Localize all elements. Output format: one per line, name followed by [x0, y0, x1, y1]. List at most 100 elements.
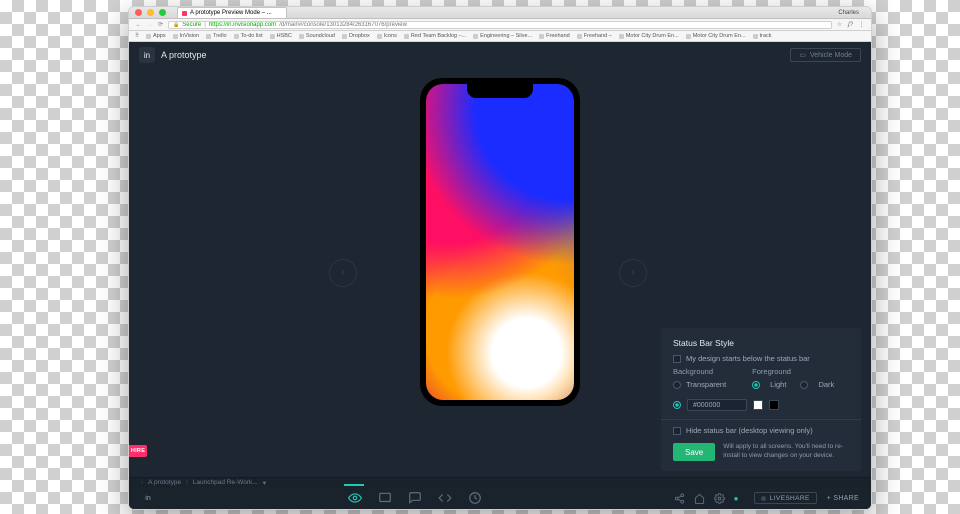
- device-notch: [467, 84, 533, 98]
- hex-input[interactable]: #000000: [687, 399, 747, 411]
- bookmark-label: Soundcloud: [306, 33, 335, 39]
- checkbox-hide-statusbar[interactable]: [673, 427, 681, 435]
- bookmark-item[interactable]: Motor City Drum En...: [619, 33, 679, 39]
- browser-window: A prototype Preview Mode – ... Charles ←…: [128, 6, 872, 510]
- toolbar-right: ● LIVESHARE + SHARE: [674, 492, 859, 504]
- bookmarks-bar: ⠿ Apps InVision Trello To-do list HSBC Soundcl…: [129, 31, 871, 42]
- bookmark-favicon: [234, 34, 239, 39]
- browser-profile[interactable]: Charles: [838, 10, 865, 16]
- share-network-icon[interactable]: [674, 493, 684, 504]
- back-icon[interactable]: ←: [135, 22, 142, 28]
- prototype-title: A prototype: [161, 50, 207, 60]
- prev-screen-button[interactable]: ‹: [329, 259, 357, 287]
- checkbox-starts-below-label: My design starts below the status bar: [686, 354, 810, 363]
- url-path: /d/main#/console/13013284/263167076/prev…: [279, 22, 407, 28]
- kebab-icon[interactable]: ⋮: [858, 21, 865, 28]
- bookmark-item[interactable]: Trello: [206, 33, 227, 39]
- share-button[interactable]: + SHARE: [827, 495, 859, 502]
- favicon: [182, 11, 187, 16]
- bookmark-favicon: [619, 34, 624, 39]
- reload-icon[interactable]: ⟳: [157, 21, 164, 28]
- hex-value: #000000: [693, 402, 720, 409]
- comment-mode-icon[interactable]: [408, 491, 420, 505]
- bookmark-label: Motor City Drum En...: [626, 33, 679, 39]
- bookmark-label: Red Team Backlog –...: [411, 33, 466, 39]
- bottom-toolbar: in ● LIVESHARE + SHARE: [129, 487, 871, 509]
- bookmark-label: Freehand –: [584, 33, 612, 39]
- bookmark-favicon: [577, 34, 582, 39]
- bookmark-item[interactable]: InVision: [173, 33, 199, 39]
- device-screen[interactable]: [426, 84, 574, 400]
- star-icon[interactable]: ☆: [836, 21, 843, 28]
- hire-badge[interactable]: HIRE: [129, 445, 147, 457]
- url-field[interactable]: 🔒 Secure | https://in.invisionapp.com/d/…: [168, 21, 832, 29]
- invision-logo[interactable]: in: [139, 47, 155, 63]
- bookmark-label: track: [760, 33, 772, 39]
- bookmark-favicon: [270, 34, 275, 39]
- bookmark-label: Motor City Drum En...: [693, 33, 746, 39]
- save-label: Save: [685, 448, 703, 457]
- notification-dot-icon[interactable]: ●: [734, 494, 744, 503]
- apps-icon: ⠿: [135, 33, 139, 39]
- invision-app: in A prototype ▭ Vehicle Mode ‹ › Status…: [129, 42, 871, 509]
- chevron-left-icon[interactable]: ‹: [141, 479, 143, 486]
- invision-logo-small[interactable]: in: [141, 491, 155, 505]
- bookmark-item[interactable]: Red Team Backlog –...: [404, 33, 466, 39]
- bookmark-favicon: [342, 34, 347, 39]
- radio-fg-light[interactable]: [752, 381, 760, 389]
- bookmark-item[interactable]: track: [753, 33, 772, 39]
- bookmarks-apps[interactable]: ⠿: [135, 33, 139, 39]
- traffic-minimize[interactable]: [147, 9, 154, 16]
- incognito-icon[interactable]: ʄ?: [847, 22, 854, 28]
- breadcrumb-screen[interactable]: Launchpad Re-Work...: [193, 479, 258, 486]
- next-screen-button[interactable]: ›: [619, 259, 647, 287]
- bookmark-item[interactable]: To-do list: [234, 33, 263, 39]
- gear-icon[interactable]: [714, 493, 724, 504]
- swatch-black[interactable]: [769, 400, 779, 410]
- bookmark-favicon: [686, 34, 691, 39]
- tab-title: A prototype Preview Mode – ...: [190, 10, 272, 16]
- browser-tab[interactable]: A prototype Preview Mode – ...: [177, 7, 287, 18]
- history-mode-icon[interactable]: [468, 491, 480, 505]
- bookmark-item[interactable]: Freehand: [539, 33, 570, 39]
- bookmark-favicon: [206, 34, 211, 39]
- bookmark-favicon: [404, 34, 409, 39]
- bookmark-item[interactable]: Icons: [377, 33, 397, 39]
- traffic-zoom[interactable]: [159, 9, 166, 16]
- checkbox-starts-below[interactable]: [673, 355, 681, 363]
- radio-bg-transparent[interactable]: [673, 381, 681, 389]
- radio-bg-hex[interactable]: [673, 401, 681, 409]
- checkbox-hide-statusbar-label: Hide status bar (desktop viewing only): [686, 426, 813, 435]
- radio-fg-dark[interactable]: [800, 381, 808, 389]
- breadcrumb-bar: ‹ A prototype | Launchpad Re-Work... ▾: [129, 477, 871, 487]
- background-label: Background: [673, 367, 726, 376]
- chevron-down-icon[interactable]: ▾: [263, 479, 266, 487]
- bookmark-item[interactable]: Engineering – Silve...: [473, 33, 532, 39]
- bookmark-item[interactable]: Apps: [146, 33, 166, 39]
- bookmark-item[interactable]: HSBC: [270, 33, 292, 39]
- vehicle-mode-button[interactable]: ▭ Vehicle Mode: [790, 48, 861, 62]
- device-frame: [420, 78, 580, 406]
- forward-icon[interactable]: →: [146, 22, 153, 28]
- bookmark-item[interactable]: Freehand –: [577, 33, 612, 39]
- bookmark-favicon: [377, 34, 382, 39]
- bookmark-item[interactable]: Soundcloud: [299, 33, 335, 39]
- build-mode-icon[interactable]: [378, 491, 390, 505]
- lock-icon: 🔒: [173, 22, 179, 28]
- preview-mode-icon[interactable]: [348, 491, 360, 505]
- liveshare-button[interactable]: LIVESHARE: [754, 492, 817, 504]
- save-button[interactable]: Save: [673, 443, 715, 461]
- bookmark-item[interactable]: Dropbox: [342, 33, 370, 39]
- breadcrumb-root[interactable]: A prototype: [148, 479, 181, 486]
- home-icon[interactable]: [694, 493, 704, 504]
- inspect-mode-icon[interactable]: [438, 491, 450, 505]
- bookmark-favicon: [173, 34, 178, 39]
- browser-address-bar: ← → ⟳ 🔒 Secure | https://in.invisionapp.…: [129, 19, 871, 31]
- app-header: in A prototype ▭ Vehicle Mode: [129, 42, 871, 68]
- bookmark-favicon: [539, 34, 544, 39]
- bookmark-item[interactable]: Motor City Drum En...: [686, 33, 746, 39]
- traffic-close[interactable]: [135, 9, 142, 16]
- bookmark-label: To-do list: [241, 33, 263, 39]
- swatch-white[interactable]: [753, 400, 763, 410]
- url-host: https://in.invisionapp.com: [209, 22, 276, 28]
